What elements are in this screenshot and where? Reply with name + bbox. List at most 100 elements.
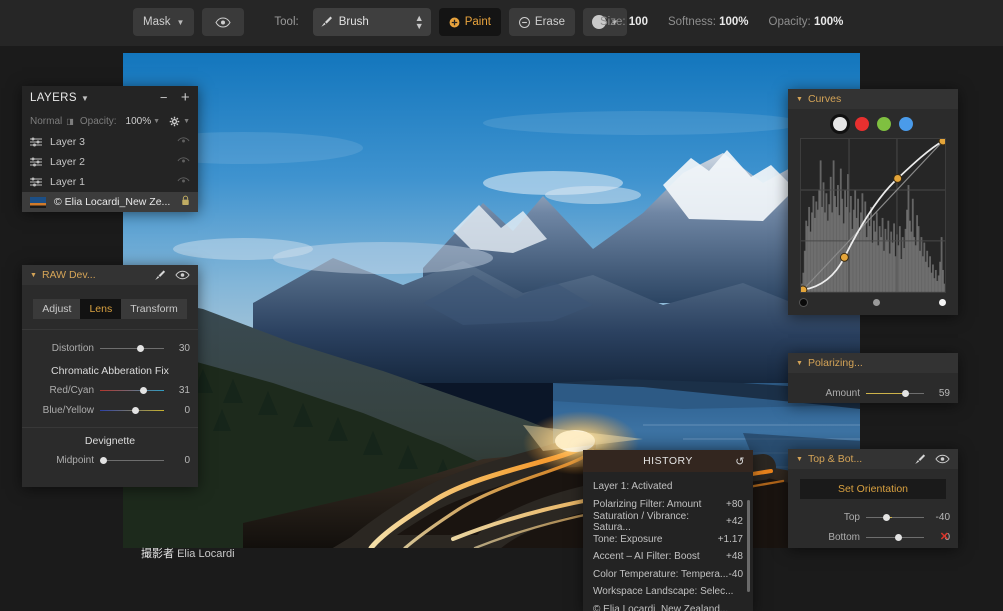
red-cyan-slider[interactable] — [100, 385, 164, 395]
bottom-label: Bottom — [828, 531, 860, 543]
distortion-slider-row: Distortion 30 — [22, 338, 198, 358]
blue-yellow-label: Blue/Yellow — [42, 404, 94, 416]
history-row[interactable]: Accent – AI Filter: Boost +48 — [583, 548, 753, 566]
blue-channel-button[interactable] — [899, 117, 913, 131]
eye-icon[interactable] — [177, 136, 190, 148]
brush-icon[interactable] — [153, 269, 166, 282]
triangle-down-icon[interactable]: ▼ — [796, 360, 803, 367]
tab-lens[interactable]: Lens — [80, 299, 122, 319]
history-header: HISTORY ↺ — [583, 450, 753, 472]
raw-develop-header: ▼ RAW Dev... — [22, 265, 198, 285]
brush-opacity-stat[interactable]: Opacity: 100% — [769, 16, 844, 28]
midpoint-slider[interactable] — [100, 455, 164, 465]
photo-caption: 撮影者 Elia Locardi — [141, 545, 235, 561]
stepper-icon: ▲ ▼ — [414, 13, 424, 31]
layer-row[interactable]: Layer 1 — [22, 172, 198, 192]
chevron-down-icon[interactable]: ▼ — [153, 118, 160, 125]
mask-button[interactable]: Mask ▼ — [133, 8, 195, 36]
red-cyan-slider-row: Red/Cyan 31 — [22, 380, 198, 400]
curve-point-3[interactable] — [938, 139, 945, 146]
layer-name: Layer 1 — [50, 176, 86, 188]
top-slider-row: Top -40 — [788, 507, 958, 527]
curve-point-1[interactable] — [839, 252, 849, 262]
top-toolbar: Mask ▼ Tool: Brush ▲ ▼ Paint Erase ▼ Siz… — [0, 0, 1003, 46]
history-row[interactable]: Workspace Landscape: Selec... — [583, 583, 753, 601]
tab-adjust[interactable]: Adjust — [33, 299, 81, 319]
rgb-channel-button[interactable] — [833, 117, 847, 131]
lock-icon[interactable] — [181, 195, 190, 209]
distortion-label: Distortion — [51, 342, 94, 354]
history-row[interactable]: Layer 1: Activated — [583, 478, 753, 496]
brush-icon[interactable] — [913, 453, 926, 466]
layer-opacity-value[interactable]: 100% — [126, 116, 152, 127]
curves-levels-bar — [800, 297, 946, 307]
midpoint-value: 0 — [184, 454, 190, 466]
raw-develop-body: Adjust Lens Transform Distortion 30 Chro… — [22, 285, 198, 470]
top-slider[interactable] — [866, 512, 924, 522]
mid-point-handle[interactable] — [873, 298, 880, 306]
curves-channel-selector — [788, 117, 958, 138]
distortion-slider[interactable] — [100, 343, 164, 353]
triangle-down-icon[interactable]: ▼ — [796, 456, 803, 463]
eye-icon[interactable] — [175, 270, 190, 280]
tool-select[interactable]: Brush ▲ ▼ — [312, 8, 431, 36]
red-channel-button[interactable] — [855, 117, 869, 131]
remove-layer-button[interactable]: − — [160, 91, 168, 104]
layers-list: Layer 3 Layer 2 Layer 1 © Elia Locardi_N… — [22, 132, 198, 212]
history-row[interactable]: Color Temperature: Tempera... -40 — [583, 566, 753, 584]
chevron-down-icon[interactable]: ▼ — [81, 94, 89, 103]
eye-icon[interactable] — [177, 176, 190, 188]
layer-opacity-label: Opacity: — [79, 115, 117, 127]
black-point-handle[interactable] — [800, 298, 807, 306]
bottom-slider-row: Bottom 0 — [788, 527, 958, 547]
curves-graph[interactable] — [800, 138, 946, 293]
blue-yellow-value: 0 — [184, 404, 190, 416]
paint-label: Paint — [464, 16, 491, 28]
polarizing-panel: ▼ Polarizing... Amount 59 — [788, 353, 958, 403]
layers-panel: LAYERS ▼ − + Normal ◨ Opacity: 100% ▼ ▼ … — [22, 86, 198, 212]
history-scrollbar[interactable] — [747, 500, 750, 592]
raw-develop-panel: ▼ RAW Dev... Adjust Lens Transform Disto… — [22, 265, 198, 487]
curve-point-2[interactable] — [893, 174, 903, 183]
opacity-value: 100% — [813, 16, 844, 28]
minus-circle-icon — [518, 16, 530, 28]
layer-name: Layer 3 — [50, 136, 86, 148]
layer-row-selected[interactable]: © Elia Locardi_New Ze... — [22, 192, 198, 212]
blue-yellow-slider[interactable] — [100, 405, 164, 415]
white-point-handle[interactable] — [939, 298, 946, 306]
paint-mode-button[interactable]: Paint — [438, 8, 501, 36]
history-row[interactable]: Saturation / Vibrance: Satura... +42 — [583, 511, 753, 533]
tool-select-value: Brush — [338, 16, 369, 28]
green-channel-button[interactable] — [877, 117, 891, 131]
reset-icon[interactable]: ↺ — [735, 455, 745, 468]
photo-editor-window: Mask ▼ Tool: Brush ▲ ▼ Paint Erase ▼ Siz… — [0, 0, 1003, 611]
top-bottom-title: Top & Bot... — [807, 453, 863, 465]
layer-row[interactable]: Layer 3 — [22, 132, 198, 152]
layers-options-row: Normal ◨ Opacity: 100% ▼ ▼ — [22, 110, 198, 132]
curve-point-0[interactable] — [801, 285, 808, 292]
amount-label: Amount — [825, 387, 860, 399]
brush-softness-stat[interactable]: Softness: 100% — [668, 16, 749, 28]
tab-transform[interactable]: Transform — [121, 299, 187, 319]
eye-icon[interactable] — [935, 454, 950, 464]
brush-size-stat[interactable]: Size: 100 — [600, 16, 648, 28]
history-panel: HISTORY ↺ Layer 1: Activated Polarizing … — [583, 450, 753, 611]
chevron-down-icon[interactable]: ▼ — [183, 118, 190, 125]
triangle-down-icon[interactable]: ▼ — [796, 96, 803, 103]
history-row[interactable]: Tone: Exposure +1.17 — [583, 531, 753, 549]
close-icon[interactable]: ✕ — [940, 530, 949, 543]
mask-visibility-button[interactable] — [202, 8, 245, 36]
set-orientation-button[interactable]: Set Orientation — [800, 479, 946, 499]
erase-mode-button[interactable]: Erase — [508, 8, 575, 36]
history-row[interactable]: © Elia Locardi_New Zealand... — [583, 601, 753, 611]
curves-panel: ▼ Curves — [788, 89, 958, 315]
amount-slider[interactable] — [866, 388, 924, 398]
layer-row[interactable]: Layer 2 — [22, 152, 198, 172]
blend-mode-select[interactable]: Normal — [30, 116, 62, 127]
softness-value: 100% — [719, 16, 749, 28]
add-layer-button[interactable]: + — [181, 90, 190, 105]
bottom-slider[interactable] — [866, 532, 924, 542]
eye-icon[interactable] — [177, 156, 190, 168]
triangle-down-icon[interactable]: ▼ — [30, 272, 37, 279]
gear-icon[interactable] — [169, 116, 180, 127]
